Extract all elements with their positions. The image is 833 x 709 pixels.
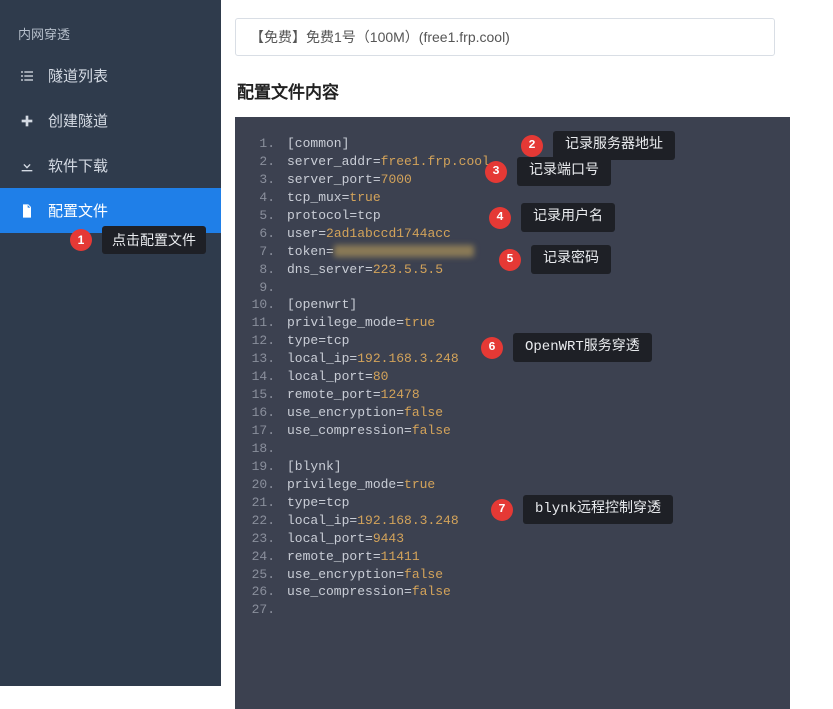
line-number: 13. (235, 350, 287, 368)
line-number: 8. (235, 261, 287, 279)
line-number: 15. (235, 386, 287, 404)
code-line: 16.use_encryption=false (235, 404, 790, 422)
code-content (287, 279, 790, 297)
line-number: 12. (235, 332, 287, 350)
line-number: 16. (235, 404, 287, 422)
annotation-dot: 7 (491, 499, 513, 521)
sidebar-item-label: 创建隧道 (48, 110, 108, 131)
config-section-title: 配置文件内容 (237, 78, 833, 103)
list-icon (18, 67, 36, 85)
line-number: 10. (235, 296, 287, 314)
code-content: use_encryption=false (287, 404, 790, 422)
code-content: privilege_mode=true (287, 314, 790, 332)
annotation-label: 记录服务器地址 (553, 131, 675, 160)
annotation-3: 3 记录端口号 (485, 157, 611, 186)
line-number: 20. (235, 476, 287, 494)
code-line: 9. (235, 279, 790, 297)
code-content: remote_port=11411 (287, 548, 790, 566)
sidebar-item-plus[interactable]: 创建隧道 (0, 98, 221, 143)
sidebar-item-label: 隧道列表 (48, 65, 108, 86)
code-content: local_port=9443 (287, 530, 790, 548)
plus-icon (18, 112, 36, 130)
annotation-5: 5 记录密码 (499, 245, 611, 274)
code-content: privilege_mode=true (287, 476, 790, 494)
line-number: 9. (235, 279, 287, 297)
sidebar-item-label: 软件下载 (48, 155, 108, 176)
annotation-label: 记录密码 (531, 245, 611, 274)
sidebar-item-list[interactable]: 隧道列表 (0, 53, 221, 98)
code-line: 15.remote_port=12478 (235, 386, 790, 404)
code-line: 25.use_encryption=false (235, 566, 790, 584)
annotation-label: 点击配置文件 (102, 226, 206, 254)
annotation-dot: 6 (481, 337, 503, 359)
code-content (287, 601, 790, 619)
line-number: 3. (235, 171, 287, 189)
code-line: 18. (235, 440, 790, 458)
code-line: 1.[common] (235, 135, 790, 153)
server-selector[interactable]: 【免费】免费1号（100M）(free1.frp.cool) (235, 18, 775, 56)
line-number: 2. (235, 153, 287, 171)
annotation-label: 记录端口号 (517, 157, 611, 186)
download-icon (18, 157, 36, 175)
code-content: local_port=80 (287, 368, 790, 386)
line-number: 7. (235, 243, 287, 261)
line-number: 14. (235, 368, 287, 386)
file-icon (18, 202, 36, 220)
code-content: [openwrt] (287, 296, 790, 314)
annotation-6: 6 OpenWRT服务穿透 (481, 333, 652, 362)
line-number: 25. (235, 566, 287, 584)
code-line: 11.privilege_mode=true (235, 314, 790, 332)
code-line: 23.local_port=9443 (235, 530, 790, 548)
main-content: 【免费】免费1号（100M）(free1.frp.cool) 配置文件内容 1.… (221, 0, 833, 686)
code-line: 14.local_port=80 (235, 368, 790, 386)
code-content: [blynk] (287, 458, 790, 476)
line-number: 11. (235, 314, 287, 332)
code-content (287, 440, 790, 458)
redacted-token (334, 245, 474, 257)
annotation-dot: 2 (521, 135, 543, 157)
annotation-label: blynk远程控制穿透 (523, 495, 673, 524)
line-number: 5. (235, 207, 287, 225)
code-line: 19.[blynk] (235, 458, 790, 476)
code-line: 20.privilege_mode=true (235, 476, 790, 494)
annotation-dot: 1 (70, 229, 92, 251)
line-number: 4. (235, 189, 287, 207)
annotation-label: OpenWRT服务穿透 (513, 333, 652, 362)
sidebar-section-title: 内网穿透 (0, 18, 221, 53)
line-number: 26. (235, 583, 287, 601)
line-number: 1. (235, 135, 287, 153)
sidebar-item-download[interactable]: 软件下载 (0, 143, 221, 188)
line-number: 22. (235, 512, 287, 530)
line-number: 27. (235, 601, 287, 619)
annotation-dot: 5 (499, 249, 521, 271)
annotation-dot: 4 (489, 207, 511, 229)
line-number: 18. (235, 440, 287, 458)
annotation-2: 2 记录服务器地址 (521, 131, 675, 160)
line-number: 19. (235, 458, 287, 476)
config-code-panel: 1.[common]2.server_addr=free1.frp.cool3.… (235, 117, 790, 709)
code-line: 24.remote_port=11411 (235, 548, 790, 566)
code-line: 17.use_compression=false (235, 422, 790, 440)
line-number: 17. (235, 422, 287, 440)
annotation-dot: 3 (485, 161, 507, 183)
code-line: 10.[openwrt] (235, 296, 790, 314)
sidebar: 内网穿透 隧道列表创建隧道软件下载配置文件 (0, 0, 221, 686)
code-content: use_compression=false (287, 583, 790, 601)
annotation-4: 4 记录用户名 (489, 203, 615, 232)
annotation-7: 7 blynk远程控制穿透 (491, 495, 673, 524)
line-number: 21. (235, 494, 287, 512)
sidebar-item-label: 配置文件 (48, 200, 108, 221)
line-number: 23. (235, 530, 287, 548)
line-number: 24. (235, 548, 287, 566)
code-line: 27. (235, 601, 790, 619)
line-number: 6. (235, 225, 287, 243)
annotation-label: 记录用户名 (521, 203, 615, 232)
code-line: 26.use_compression=false (235, 583, 790, 601)
code-content: remote_port=12478 (287, 386, 790, 404)
annotation-1: 1 点击配置文件 (70, 226, 206, 254)
code-content: use_encryption=false (287, 566, 790, 584)
code-content: use_compression=false (287, 422, 790, 440)
